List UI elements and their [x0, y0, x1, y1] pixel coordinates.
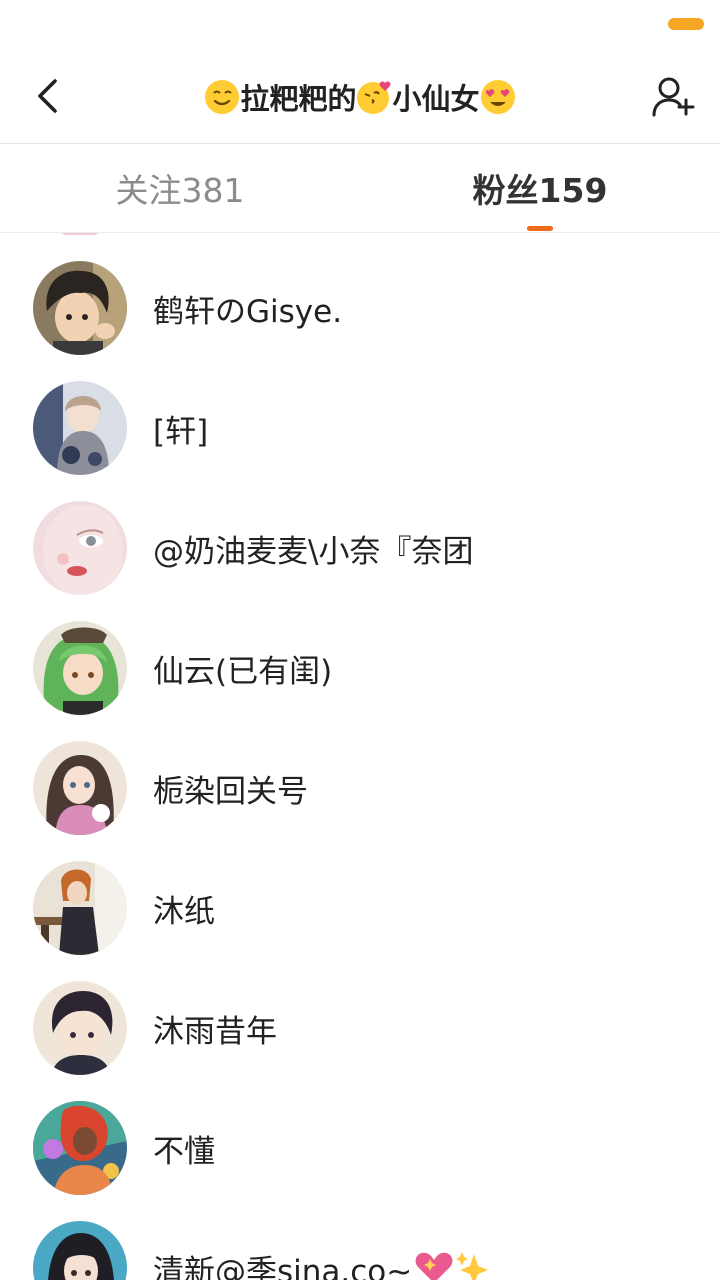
- active-tab-indicator: [527, 226, 553, 231]
- avatar[interactable]: [33, 381, 127, 475]
- tab-followers[interactable]: 粉丝159: [420, 144, 660, 232]
- cafe-girl-avatar: [33, 861, 127, 955]
- username: 仙云(已有闺): [153, 653, 333, 690]
- avatar[interactable]: [33, 621, 127, 715]
- list-item[interactable]: 不懂: [0, 1073, 720, 1195]
- painted-face-avatar: [33, 501, 127, 595]
- avatar[interactable]: [33, 501, 127, 595]
- avatar[interactable]: [33, 981, 127, 1075]
- colorful-art-avatar: [33, 1101, 127, 1195]
- add-user-icon: [652, 77, 695, 117]
- username: 清新@季sina.co~: [153, 1221, 490, 1280]
- sparkling-heart-emoji: [415, 1252, 453, 1280]
- title-text-1: 拉粑粑的: [240, 81, 357, 116]
- title-text-2: 小仙女: [392, 81, 480, 116]
- dark-hair-boy-avatar: [33, 981, 127, 1075]
- status-bar: [0, 0, 720, 50]
- followers-screen: 拉粑粑的 小仙女 关注381 粉丝159 鹤轩のGisye. [轩] @奶油麦麦…: [0, 0, 720, 1280]
- back-chevron-icon: [38, 79, 57, 113]
- battery-icon: [668, 18, 704, 30]
- list-item[interactable]: 清新@季sina.co~: [0, 1193, 720, 1280]
- username: 沐纸: [153, 893, 215, 930]
- followers-list[interactable]: 鹤轩のGisye. [轩] @奶油麦麦\小奈『奈团 仙云(已有闺) 栀染回关号 …: [0, 233, 720, 1280]
- list-item[interactable]: 沐雨昔年: [0, 953, 720, 1075]
- kissing-face-emoji: [356, 81, 390, 114]
- back-button[interactable]: [24, 70, 72, 122]
- username: 鹤轩のGisye.: [153, 293, 343, 330]
- list-item[interactable]: 栀染回关号: [0, 713, 720, 835]
- username: 沐雨昔年: [153, 1013, 277, 1050]
- list-item[interactable]: 沐纸: [0, 833, 720, 955]
- username: [轩]: [153, 413, 209, 450]
- avatar[interactable]: [33, 1221, 127, 1280]
- tab-bar: 关注381 粉丝159: [0, 144, 720, 233]
- list-item[interactable]: [轩]: [0, 353, 720, 475]
- green-hair-girl-avatar: [33, 621, 127, 715]
- avatar[interactable]: [33, 261, 127, 355]
- username-text: 清新@季sina.co~: [153, 1253, 413, 1280]
- username: 不懂: [153, 1133, 215, 1170]
- black-hair-girl-avatar: [33, 1221, 127, 1280]
- tab-following[interactable]: 关注381: [60, 144, 300, 232]
- page-title: 拉粑粑的 小仙女: [120, 50, 600, 143]
- list-item[interactable]: 仙云(已有闺): [0, 593, 720, 715]
- username: 栀染回关号: [153, 773, 308, 810]
- anime-girl-cat-avatar: [33, 741, 127, 835]
- sparkles-emoji: [456, 1252, 489, 1280]
- anime-boy-avatar: [33, 261, 127, 355]
- anime-girl-hoodie-avatar: [33, 381, 127, 475]
- avatar[interactable]: [33, 1101, 127, 1195]
- avatar[interactable]: [33, 741, 127, 835]
- list-item[interactable]: 鹤轩のGisye.: [0, 233, 720, 355]
- add-friend-button[interactable]: [648, 72, 698, 122]
- header: 拉粑粑的 小仙女: [0, 50, 720, 144]
- list-item[interactable]: @奶油麦麦\小奈『奈团: [0, 473, 720, 595]
- avatar[interactable]: [33, 861, 127, 955]
- username: @奶油麦麦\小奈『奈团: [153, 533, 474, 570]
- smiling-face-emoji: [205, 79, 240, 114]
- heart-eyes-emoji: [480, 79, 515, 114]
